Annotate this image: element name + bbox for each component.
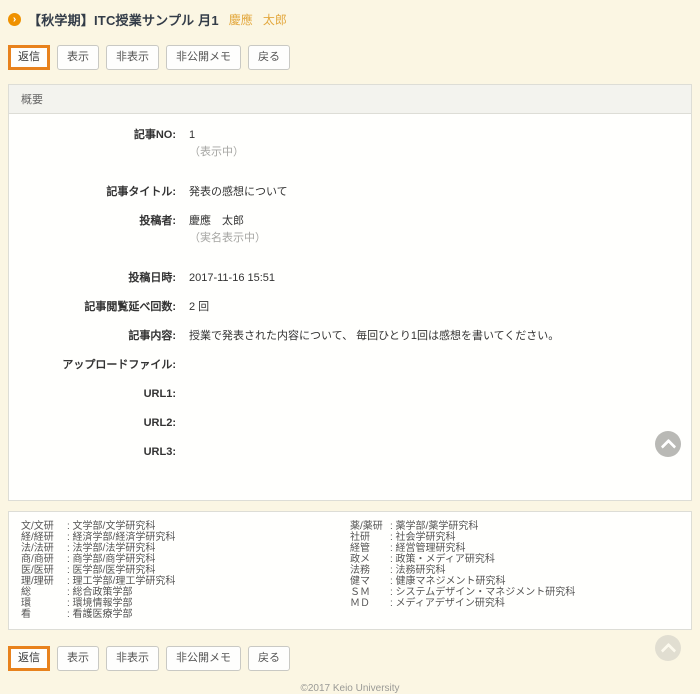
toolbar-top: 返信 表示 非表示 非公開メモ 戻る xyxy=(0,45,700,70)
field-value: 発表の感想について xyxy=(189,185,288,199)
legend-item: 法/法研: 法学部/法学研究科 xyxy=(21,543,350,554)
field-article-body: 記事内容: 授業で発表された内容について、 毎回ひとり1回は感想を書いてください… xyxy=(21,329,679,343)
field-label: 投稿者: xyxy=(21,214,176,245)
user-givenname-link[interactable]: 太郎 xyxy=(263,11,287,28)
field-article-no: 記事NO: 1 （表示中） xyxy=(21,128,679,159)
reply-button-top[interactable]: 返信 xyxy=(8,45,50,70)
field-label: URL1: xyxy=(21,387,176,401)
back-button-bottom[interactable]: 戻る xyxy=(248,646,290,671)
copyright-text: ©2017 Keio University xyxy=(0,683,700,694)
legend-item: 経/経研: 経済学部/経済学研究科 xyxy=(21,532,350,543)
field-label: 記事閲覧延べ回数: xyxy=(21,300,176,314)
legend-item: 政メ: 政策・メディア研究科 xyxy=(350,554,679,565)
legend-item: 健マ: 健康マネジメント研究科 xyxy=(350,576,679,587)
field-label: 記事内容: xyxy=(21,329,176,343)
field-label: 記事タイトル: xyxy=(21,185,176,199)
field-value: 2 回 xyxy=(189,300,209,314)
legend-item: ＭＤ: メディアデザイン研究科 xyxy=(350,598,679,609)
reply-button-bottom[interactable]: 返信 xyxy=(8,646,50,671)
show-button-top[interactable]: 表示 xyxy=(57,45,99,70)
field-value: 授業で発表された内容について、 毎回ひとり1回は感想を書いてください。 xyxy=(189,329,559,343)
legend-item: 理/理研: 理工学部/理工学研究科 xyxy=(21,576,350,587)
legend-item: 法務: 法務研究科 xyxy=(350,565,679,576)
field-upload-file: アップロードファイル: xyxy=(21,358,679,372)
legend-item: 看: 看護医療学部 xyxy=(21,609,350,620)
field-url3: URL3: xyxy=(21,445,679,459)
legend-item: 総: 総合政策学部 xyxy=(21,587,350,598)
field-url1: URL1: xyxy=(21,387,679,401)
field-value: 1 xyxy=(189,128,244,142)
back-button-top[interactable]: 戻る xyxy=(248,45,290,70)
field-value: 2017-11-16 15:51 xyxy=(189,271,275,285)
legend-item: 社研: 社会学研究科 xyxy=(350,532,679,543)
field-url2: URL2: xyxy=(21,416,679,430)
overview-panel: 概要 記事NO: 1 （表示中） 記事タイトル: 発表の感想について 投稿者: … xyxy=(8,84,692,501)
scroll-top-button[interactable] xyxy=(655,431,681,457)
page-title: 【秋学期】ITC授業サンプル 月1 xyxy=(28,10,219,29)
field-note: （実名表示中） xyxy=(189,231,266,245)
field-note: （表示中） xyxy=(189,145,244,159)
toolbar-bottom: 返信 表示 非表示 非公開メモ 戻る xyxy=(0,646,700,671)
field-poster: 投稿者: 慶應 太郎 （実名表示中） xyxy=(21,214,679,245)
field-post-datetime: 投稿日時: 2017-11-16 15:51 xyxy=(21,271,679,285)
chevron-up-icon xyxy=(661,439,677,455)
legend-item: 医/医研: 医学部/医学研究科 xyxy=(21,565,350,576)
page-header: › 【秋学期】ITC授業サンプル 月1 慶應 太郎 xyxy=(0,0,700,29)
legend-item: 薬/薬研: 薬学部/薬学研究科 xyxy=(350,521,679,532)
scroll-top-button-bottom[interactable] xyxy=(655,635,681,661)
legend-item: ＳＭ: システムデザイン・マネジメント研究科 xyxy=(350,587,679,598)
hide-button-bottom[interactable]: 非表示 xyxy=(106,646,159,671)
field-value: 慶應 太郎 xyxy=(189,214,266,228)
legend-item: 商/商研: 商学部/商学研究科 xyxy=(21,554,350,565)
panel-body: 記事NO: 1 （表示中） 記事タイトル: 発表の感想について 投稿者: 慶應 … xyxy=(9,114,691,500)
field-view-count: 記事閲覧延べ回数: 2 回 xyxy=(21,300,679,314)
field-label: 投稿日時: xyxy=(21,271,176,285)
private-memo-button-top[interactable]: 非公開メモ xyxy=(166,45,241,70)
legend-item: 経管: 経営管理研究科 xyxy=(350,543,679,554)
legend-column-right: 薬/薬研: 薬学部/薬学研究科 社研: 社会学研究科 経管: 経営管理研究科 政… xyxy=(350,521,679,620)
hide-button-top[interactable]: 非表示 xyxy=(106,45,159,70)
legend-item: 文/文研: 文学部/文学研究科 xyxy=(21,521,350,532)
field-label: URL2: xyxy=(21,416,176,430)
page: › 【秋学期】ITC授業サンプル 月1 慶應 太郎 返信 表示 非表示 非公開メ… xyxy=(0,0,700,656)
field-article-title: 記事タイトル: 発表の感想について xyxy=(21,185,679,199)
field-label: 記事NO: xyxy=(21,128,176,159)
field-label: URL3: xyxy=(21,445,176,459)
user-surname-link[interactable]: 慶應 xyxy=(229,11,253,28)
legend-item: 環: 環境情報学部 xyxy=(21,598,350,609)
chevron-right-icon: › xyxy=(8,13,21,26)
legend-column-left: 文/文研: 文学部/文学研究科 経/経研: 経済学部/経済学研究科 法/法研: … xyxy=(21,521,350,620)
header-links: 慶應 太郎 xyxy=(229,11,287,28)
panel-header: 概要 xyxy=(9,85,691,114)
private-memo-button-bottom[interactable]: 非公開メモ xyxy=(166,646,241,671)
field-label: アップロードファイル: xyxy=(21,358,176,372)
faculty-legend: 文/文研: 文学部/文学研究科 経/経研: 経済学部/経済学研究科 法/法研: … xyxy=(8,511,692,630)
show-button-bottom[interactable]: 表示 xyxy=(57,646,99,671)
